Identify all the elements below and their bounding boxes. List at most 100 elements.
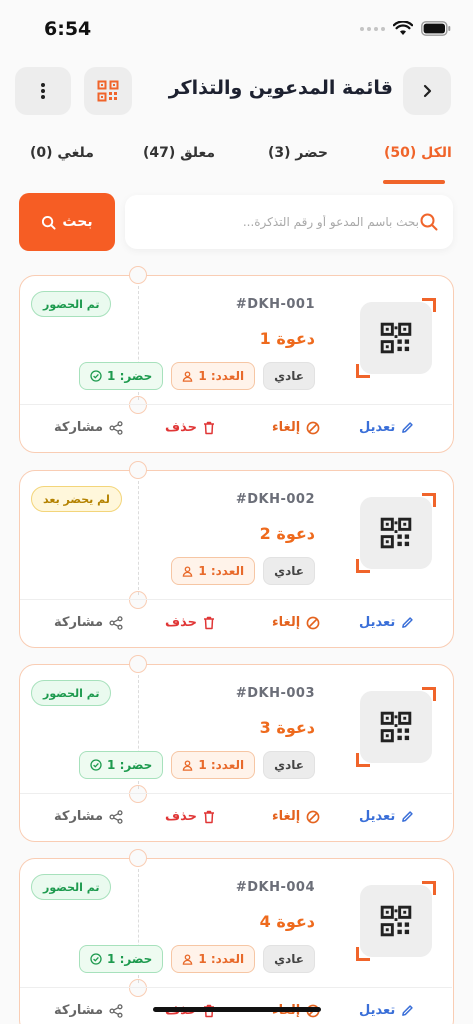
ticket-qr[interactable] — [356, 881, 436, 961]
share-button[interactable]: مشاركة — [54, 615, 123, 630]
attended-chip: حضر: 1 — [79, 945, 164, 973]
cancel-invite-button[interactable]: إلغاء — [272, 420, 320, 435]
delete-button[interactable]: حذف — [165, 615, 215, 630]
pencil-icon — [402, 811, 413, 822]
tab-attended[interactable]: حضر (3) — [268, 145, 328, 161]
status-time: 6:54 — [44, 18, 92, 40]
share-label: مشاركة — [54, 420, 104, 435]
ticket-chips: عادي العدد: 1 حضر: 1 — [79, 751, 315, 779]
ticket-chips: عادي العدد: 1 حضر: 1 — [79, 362, 315, 390]
search-button[interactable]: بحث — [19, 193, 115, 251]
attended-count: حضر: 1 — [107, 369, 153, 383]
ticket-code: #DKH-004 — [235, 880, 315, 895]
qr-code-icon — [380, 905, 412, 937]
tab-cancelled[interactable]: ملغي (0) — [30, 145, 94, 161]
edit-label: تعديل — [359, 420, 396, 435]
back-button[interactable] — [403, 67, 451, 115]
home-indicator[interactable] — [153, 1007, 321, 1012]
trash-icon — [203, 810, 214, 823]
delete-label: حذف — [165, 420, 197, 435]
active-tab-indicator — [383, 180, 445, 184]
edit-button[interactable]: تعديل — [359, 420, 414, 435]
share-icon — [109, 615, 123, 630]
edit-label: تعديل — [359, 809, 396, 824]
share-icon — [109, 420, 123, 435]
status-badge: تم الحضور — [31, 874, 112, 900]
edit-button[interactable]: تعديل — [359, 1003, 414, 1018]
tab-pending[interactable]: معلق (47) — [143, 145, 215, 161]
user-icon — [183, 953, 193, 965]
tab-all[interactable]: الكل (50) — [384, 145, 452, 161]
more-vertical-icon — [41, 83, 45, 99]
search-button-label: بحث — [62, 214, 93, 230]
status-icons — [360, 21, 451, 36]
share-icon — [109, 1003, 123, 1018]
guest-count-chip: العدد: 1 — [171, 945, 256, 973]
more-menu-button[interactable] — [15, 67, 71, 115]
edit-button[interactable]: تعديل — [359, 615, 414, 630]
user-icon — [183, 759, 193, 771]
qr-frame-corner — [356, 947, 370, 961]
invite-name: دعوة 4 — [259, 912, 315, 931]
page-title: قائمة المدعوين والتذاكر — [168, 77, 393, 99]
delete-button[interactable]: حذف — [165, 420, 215, 435]
search-input[interactable] — [137, 195, 419, 249]
edit-button[interactable]: تعديل — [359, 809, 414, 824]
share-button[interactable]: مشاركة — [54, 420, 123, 435]
attended-chip: حضر: 1 — [79, 751, 164, 779]
check-circle-icon — [90, 370, 102, 382]
ticket-qr[interactable] — [356, 493, 436, 573]
cancel-invite-button[interactable]: إلغاء — [272, 615, 320, 630]
ticket-qr[interactable] — [356, 298, 436, 378]
card-actions: تعديل إلغاء حذف مشاركة — [20, 600, 452, 646]
qr-code-icon — [380, 322, 412, 354]
filter-tabs: الكل (50) حضر (3) معلق (47) ملغي (0) — [0, 135, 473, 185]
guest-count: العدد: 1 — [198, 758, 245, 772]
check-circle-icon — [90, 953, 102, 965]
qr-code-icon — [97, 80, 119, 102]
delete-label: حذف — [165, 615, 197, 630]
invitation-card[interactable]: #DKH-001 دعوة 1 عادي العدد: 1 حضر: 1 تم … — [19, 266, 454, 453]
search-icon — [420, 213, 438, 231]
edit-label: تعديل — [359, 1003, 396, 1018]
cancel-label: إلغاء — [272, 809, 301, 824]
qr-frame-corner — [356, 753, 370, 767]
qr-scan-button[interactable] — [84, 67, 132, 115]
attended-count: حضر: 1 — [107, 952, 153, 966]
chevron-right-icon — [423, 84, 432, 98]
status-bar: 6:54 — [0, 0, 473, 56]
ticket-code: #DKH-002 — [235, 492, 315, 507]
user-icon — [183, 370, 193, 382]
qr-frame-corner — [422, 493, 436, 507]
ticket-chips: عادي العدد: 1 — [171, 557, 315, 585]
ticket-qr[interactable] — [356, 687, 436, 767]
ban-icon — [306, 421, 320, 434]
wifi-icon — [393, 21, 413, 35]
cancel-label: إلغاء — [272, 420, 301, 435]
invite-name: دعوة 3 — [259, 718, 315, 737]
search-box — [125, 195, 453, 249]
search-row: بحث — [0, 193, 473, 251]
status-badge: تم الحضور — [31, 680, 112, 706]
invite-name: دعوة 2 — [259, 524, 315, 543]
ticket-type-chip: عادي — [263, 751, 315, 779]
user-icon — [183, 565, 193, 577]
guest-count-chip: العدد: 1 — [171, 751, 256, 779]
invitation-card[interactable]: #DKH-004 دعوة 4 عادي العدد: 1 حضر: 1 تم … — [19, 849, 454, 1024]
share-label: مشاركة — [54, 809, 104, 824]
check-circle-icon — [90, 759, 102, 771]
ticket-type-chip: عادي — [263, 557, 315, 585]
qr-frame-corner — [356, 559, 370, 573]
share-button[interactable]: مشاركة — [54, 809, 123, 824]
share-button[interactable]: مشاركة — [54, 1003, 123, 1018]
ban-icon — [306, 810, 320, 823]
ticket-notch — [129, 266, 147, 284]
invitation-card[interactable]: #DKH-003 دعوة 3 عادي العدد: 1 حضر: 1 تم … — [19, 655, 454, 842]
ticket-chips: عادي العدد: 1 حضر: 1 — [79, 945, 315, 973]
share-icon — [109, 809, 123, 824]
ticket-code: #DKH-003 — [235, 686, 315, 701]
search-icon — [42, 215, 56, 230]
cancel-invite-button[interactable]: إلغاء — [272, 809, 320, 824]
delete-button[interactable]: حذف — [165, 809, 215, 824]
invitation-card[interactable]: #DKH-002 دعوة 2 عادي العدد: 1 لم يحضر بع… — [19, 461, 454, 648]
